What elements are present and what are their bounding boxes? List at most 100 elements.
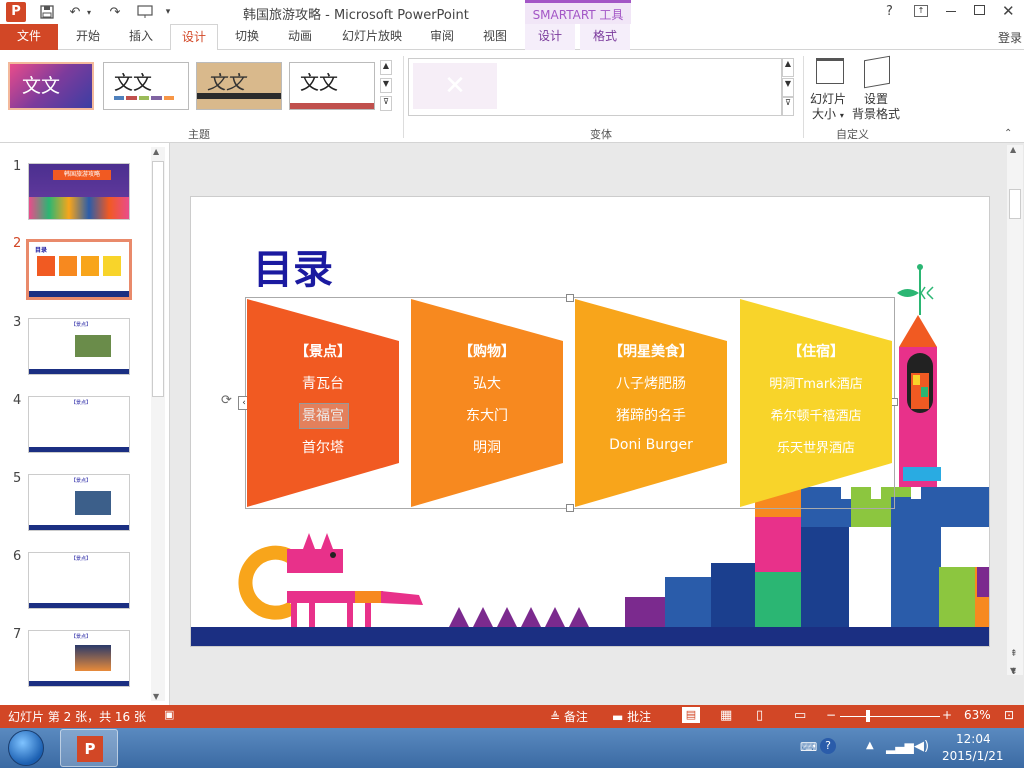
start-button[interactable] bbox=[8, 730, 44, 766]
thumb-scroll-thumb[interactable] bbox=[152, 161, 164, 397]
tab-view[interactable]: 视图 bbox=[473, 24, 517, 50]
tab-animations[interactable]: 动画 bbox=[278, 24, 322, 50]
hotels-item-2: 希尔顿千禧酒店 bbox=[770, 409, 862, 424]
minimize-icon[interactable] bbox=[946, 11, 956, 12]
login-link[interactable]: 登录 bbox=[998, 29, 1022, 46]
zoom-in-icon[interactable]: + bbox=[942, 708, 952, 722]
thumb-number: 7 bbox=[13, 627, 22, 642]
group-divider bbox=[803, 56, 804, 138]
tab-smartart-design[interactable]: 设计 bbox=[525, 24, 575, 50]
food-item-2: 猪蹄的名手 bbox=[616, 408, 686, 424]
food-item-3: Doni Burger bbox=[609, 437, 693, 453]
tab-design[interactable]: 设计 bbox=[170, 24, 218, 51]
themes-scroll-down-icon[interactable]: ▼ bbox=[380, 78, 392, 93]
presentation-start-icon[interactable] bbox=[136, 3, 154, 21]
slide-size-label-2: 大小 bbox=[812, 107, 837, 121]
window-title: 韩国旅游攻略 - Microsoft PowerPoint bbox=[243, 8, 469, 23]
slide-size-button[interactable]: 幻灯片 大小 ▾ bbox=[808, 54, 850, 122]
zoom-level[interactable]: 63% bbox=[964, 708, 991, 722]
format-background-button[interactable]: 设置 背景格式 bbox=[850, 54, 904, 122]
undo-dropdown-icon[interactable]: ▾ bbox=[84, 3, 94, 21]
variants-scroll-down-icon[interactable]: ▼ bbox=[782, 78, 794, 97]
undo-icon[interactable]: ↶ bbox=[66, 3, 84, 21]
clock-date[interactable]: 2015/1/21 bbox=[942, 749, 1004, 763]
variants-gallery[interactable]: ✕ bbox=[408, 58, 782, 116]
theme-2[interactable]: 文文 bbox=[103, 62, 189, 110]
fit-slide-icon[interactable]: ⊡ bbox=[1004, 708, 1014, 722]
slide-thumbnail-3[interactable]: 【景点】 bbox=[28, 318, 130, 375]
slide-canvas[interactable]: 目录 ‹ ⟳ 【景点】 青瓦台 景福宫 首尔塔 【购物】 弘大 东大门 明洞 【… bbox=[190, 196, 990, 647]
keyboard-icon[interactable]: ⌨ bbox=[800, 740, 817, 754]
theme-4[interactable]: 文文 bbox=[289, 62, 375, 110]
zoom-out-icon[interactable]: − bbox=[826, 708, 836, 722]
restore-icon[interactable] bbox=[974, 5, 985, 15]
close-icon[interactable]: ✕ bbox=[1002, 2, 1015, 20]
help-tray-icon[interactable]: ? bbox=[820, 738, 836, 754]
redo-icon[interactable]: ↷ bbox=[106, 3, 124, 21]
volume-icon[interactable]: ◀) bbox=[914, 739, 929, 754]
variants-scroll-up-icon[interactable]: ▲ bbox=[782, 58, 794, 77]
notes-button[interactable]: ≜ 备注 bbox=[550, 708, 588, 725]
tab-file[interactable]: 文件 bbox=[0, 24, 58, 50]
slide-scrollbar[interactable]: ▲ ▼ bbox=[1007, 145, 1023, 675]
next-slide-icon[interactable]: ⇟ bbox=[1010, 667, 1018, 677]
spellcheck-icon[interactable]: ▣ bbox=[164, 708, 174, 721]
tab-slideshow[interactable]: 幻灯片放映 bbox=[333, 24, 411, 50]
theme-office[interactable]: 文文 bbox=[8, 62, 94, 110]
clock-time[interactable]: 12:04 bbox=[956, 732, 991, 746]
format-background-icon bbox=[864, 55, 890, 89]
theme-3[interactable]: 文文 bbox=[196, 62, 282, 110]
reading-view-icon[interactable]: ▯ bbox=[756, 708, 763, 723]
ribbon-display-options-icon[interactable]: ↑ bbox=[914, 5, 928, 17]
network-icon[interactable]: ▂▄▆ bbox=[886, 740, 914, 754]
slide-scroll-thumb[interactable] bbox=[1009, 189, 1021, 219]
tab-insert[interactable]: 插入 bbox=[119, 24, 163, 50]
thumbnail-scrollbar[interactable]: ▲ ▼ bbox=[151, 147, 165, 701]
smartart-shape-food[interactable]: 【明星美食】 八子烤肥肠 猪蹄的名手 Doni Burger bbox=[575, 299, 727, 507]
thumb-number: 5 bbox=[13, 471, 22, 486]
themes-more-icon[interactable]: ⊽ bbox=[380, 96, 392, 111]
slide-count-status: 幻灯片 第 2 张，共 16 张 bbox=[8, 710, 146, 724]
zoom-slider[interactable] bbox=[840, 710, 940, 722]
previous-slide-icon[interactable]: ⇞ bbox=[1010, 649, 1018, 659]
thumb-number: 2 bbox=[13, 236, 22, 251]
powerpoint-logo-icon[interactable]: P bbox=[6, 2, 26, 22]
thumb-6-title: 【景点】 bbox=[71, 556, 92, 562]
slide-size-dropdown-icon: ▾ bbox=[839, 111, 844, 120]
tab-home[interactable]: 开始 bbox=[66, 24, 110, 50]
normal-view-icon[interactable]: ▤ bbox=[682, 707, 700, 723]
smartart-shape-hotels[interactable]: 【住宿】 明洞Tmark酒店 希尔顿千禧酒店 乐天世界酒店 bbox=[740, 299, 892, 507]
slide-scroll-up-icon[interactable]: ▲ bbox=[1010, 145, 1016, 154]
themes-scroll-up-icon[interactable]: ▲ bbox=[380, 60, 392, 75]
tab-transitions[interactable]: 切换 bbox=[225, 24, 269, 50]
smartart-shape-sights[interactable]: 【景点】 青瓦台 景福宫 首尔塔 bbox=[247, 299, 399, 507]
slide-thumbnail-5[interactable]: 【景点】 bbox=[28, 474, 130, 531]
collapse-ribbon-icon[interactable]: ⌃ bbox=[1004, 128, 1012, 139]
slide-sorter-icon[interactable]: ▦ bbox=[720, 708, 732, 723]
tab-format[interactable]: 格式 bbox=[580, 24, 630, 50]
smartart-shape-shopping[interactable]: 【购物】 弘大 东大门 明洞 bbox=[411, 299, 563, 507]
slide-thumbnail-7[interactable]: 【景点】 bbox=[28, 630, 130, 687]
smartart-resize-handle-top[interactable] bbox=[566, 294, 574, 302]
tray-expand-icon[interactable]: ▲ bbox=[866, 740, 874, 751]
help-icon[interactable]: ? bbox=[886, 4, 893, 19]
slide-thumbnail-1[interactable]: 韩国旅游攻略 bbox=[28, 163, 130, 220]
slide-thumbnail-2[interactable]: 目录 bbox=[26, 239, 132, 300]
thumb-number: 1 bbox=[13, 159, 22, 174]
slideshow-view-icon[interactable]: ▭ bbox=[794, 708, 806, 723]
thumb-4-title: 【景点】 bbox=[71, 400, 92, 406]
slide-thumbnail-6[interactable]: 【景点】 bbox=[28, 552, 130, 609]
zoom-slider-thumb[interactable] bbox=[866, 710, 870, 722]
rotate-handle-icon[interactable]: ⟳ bbox=[221, 393, 232, 408]
slide-thumbnail-4[interactable]: 【景点】 bbox=[28, 396, 130, 453]
save-icon[interactable] bbox=[38, 3, 56, 21]
thumb-scroll-down-icon[interactable]: ▼ bbox=[153, 692, 159, 701]
thumb-scroll-up-icon[interactable]: ▲ bbox=[153, 147, 159, 156]
smartart-resize-handle-bottom[interactable] bbox=[566, 504, 574, 512]
comments-label: 批注 bbox=[627, 710, 652, 724]
comments-button[interactable]: ▬ 批注 bbox=[612, 708, 651, 725]
customize-qat-icon[interactable]: ▾ bbox=[162, 3, 174, 21]
taskbar-powerpoint[interactable]: P bbox=[60, 729, 118, 767]
tab-review[interactable]: 审阅 bbox=[420, 24, 464, 50]
variants-more-icon[interactable]: ⊽ bbox=[782, 97, 794, 116]
